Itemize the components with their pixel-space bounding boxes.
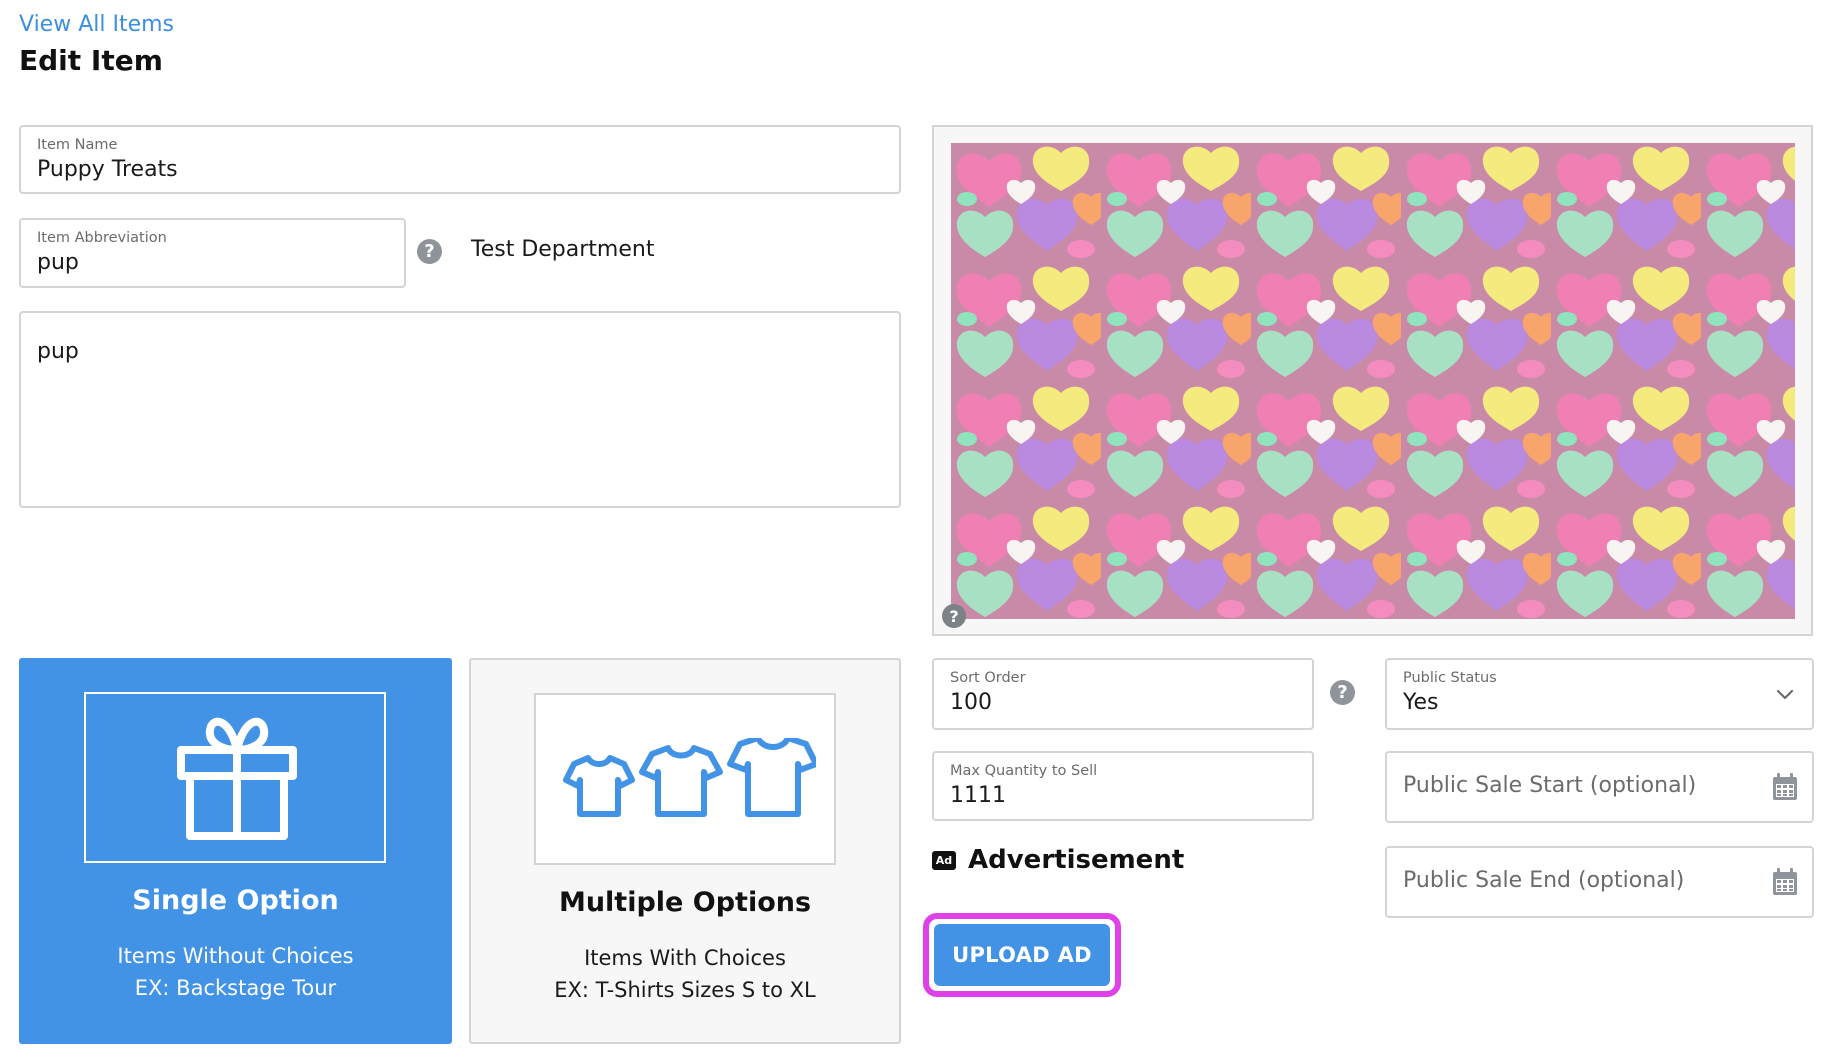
public-sale-end-placeholder: Public Sale End (optional): [1403, 868, 1685, 893]
page-title: Edit Item: [19, 44, 163, 77]
advertisement-heading: Ad Advertisement: [932, 845, 1184, 875]
upload-ad-highlight: UPLOAD AD: [923, 913, 1121, 997]
abbreviation-help-icon[interactable]: ?: [417, 239, 442, 264]
item-name-label: Item Name: [37, 137, 118, 153]
chevron-down-icon: [1776, 689, 1794, 700]
view-all-items-link[interactable]: View All Items: [19, 12, 174, 37]
public-sale-end-field[interactable]: Public Sale End (optional): [1385, 846, 1814, 918]
multiple-options-line1: Items With Choices: [584, 946, 786, 970]
item-name-value[interactable]: Puppy Treats: [37, 157, 178, 182]
calendar-icon[interactable]: [1772, 868, 1798, 896]
public-status-label: Public Status: [1403, 670, 1497, 686]
max-quantity-value[interactable]: 1111: [950, 783, 1006, 808]
gift-icon: [177, 717, 297, 840]
public-sale-start-placeholder: Public Sale Start (optional): [1403, 773, 1697, 798]
single-option-icon-frame: [84, 692, 386, 863]
single-option-title: Single Option: [132, 885, 339, 916]
single-option-card[interactable]: Single Option Items Without Choices EX: …: [19, 658, 452, 1044]
sort-order-label: Sort Order: [950, 670, 1026, 686]
item-abbreviation-value[interactable]: pup: [37, 250, 79, 275]
department-label: Test Department: [471, 237, 655, 262]
upload-ad-button[interactable]: UPLOAD AD: [934, 924, 1110, 986]
calendar-icon[interactable]: [1772, 773, 1798, 801]
item-abbreviation-field[interactable]: Item Abbreviation pup: [19, 218, 406, 288]
single-option-line1: Items Without Choices: [117, 944, 354, 968]
ad-icon: Ad: [932, 850, 956, 870]
item-image-frame[interactable]: ?: [932, 125, 1813, 636]
max-quantity-field[interactable]: Max Quantity to Sell 1111: [932, 751, 1314, 821]
multiple-options-card[interactable]: Multiple Options Items With Choices EX: …: [469, 658, 901, 1044]
public-status-value: Yes: [1403, 690, 1439, 715]
advertisement-title: Advertisement: [968, 845, 1185, 875]
image-help-icon[interactable]: ?: [942, 604, 966, 628]
public-status-select[interactable]: Public Status Yes: [1385, 658, 1814, 730]
description-textarea[interactable]: pup: [19, 311, 901, 508]
multiple-options-line2: EX: T-Shirts Sizes S to XL: [554, 978, 816, 1002]
description-value[interactable]: pup: [37, 339, 79, 364]
item-abbreviation-label: Item Abbreviation: [37, 230, 167, 246]
public-sale-start-field[interactable]: Public Sale Start (optional): [1385, 751, 1814, 823]
multiple-options-title: Multiple Options: [558, 887, 812, 918]
sort-order-field[interactable]: Sort Order 100: [932, 658, 1314, 730]
single-option-line2: EX: Backstage Tour: [134, 976, 337, 1000]
sort-order-value[interactable]: 100: [950, 690, 992, 715]
tshirts-icon: [563, 738, 816, 817]
item-image: [951, 143, 1795, 619]
item-name-field[interactable]: Item Name Puppy Treats: [19, 125, 901, 194]
max-quantity-label: Max Quantity to Sell: [950, 763, 1098, 779]
multiple-options-icon-frame: [534, 693, 836, 865]
sort-order-help-icon[interactable]: ?: [1330, 680, 1355, 705]
